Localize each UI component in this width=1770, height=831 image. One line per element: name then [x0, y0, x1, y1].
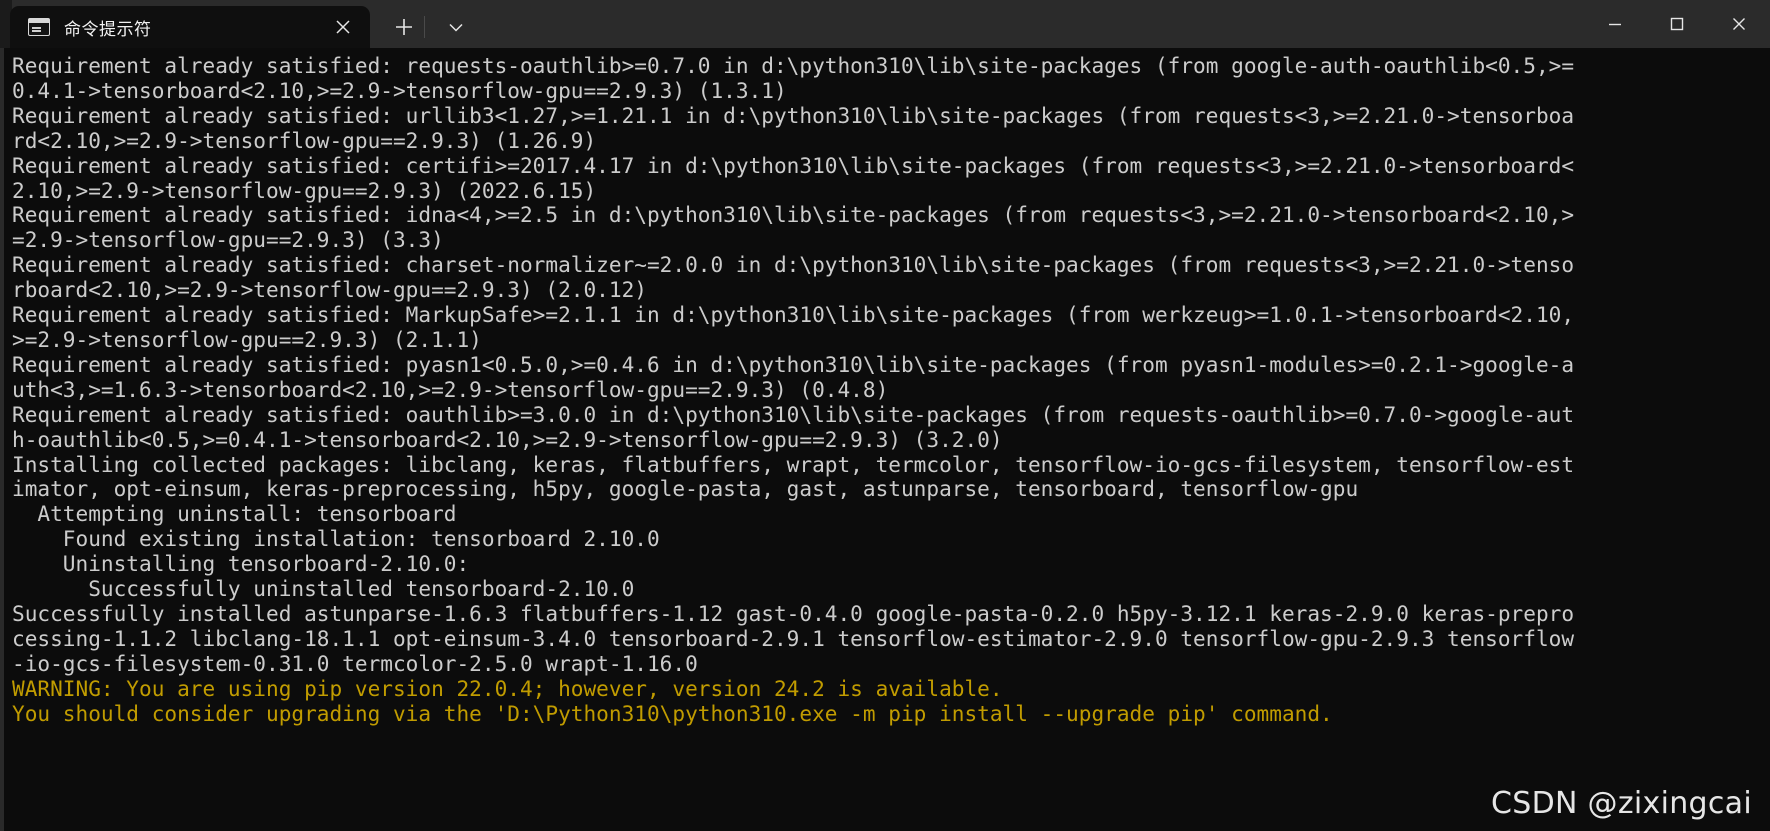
console-line: Requirement already satisfied: pyasn1<0.… — [12, 351, 1575, 377]
watermark: CSDN @zixingcai — [1490, 786, 1752, 821]
console-line: You should consider upgrading via the 'D… — [12, 700, 1333, 726]
console-line: rboard<2.10,>=2.9->tensorflow-gpu==2.9.3… — [12, 277, 647, 303]
window-controls — [1584, 0, 1770, 48]
new-tab-button[interactable] — [384, 6, 424, 48]
console-line: Installing collected packages: libclang,… — [12, 451, 1575, 477]
terminal-window: 命令提示符 Requirement already satisfied: req… — [0, 0, 1770, 831]
console-line: Requirement already satisfied: charset-n… — [12, 252, 1575, 278]
console-line: Successfully installed astunparse-1.6.3 … — [12, 600, 1575, 626]
console-line: Requirement already satisfied: certifi>=… — [12, 152, 1575, 178]
console-line: 0.4.1->tensorboard<2.10,>=2.9->tensorflo… — [12, 77, 787, 103]
console-line: Requirement already satisfied: MarkupSaf… — [12, 302, 1575, 328]
tab-dropdown-button[interactable] — [424, 6, 476, 48]
console-text: Requirement already satisfied: requests-… — [12, 53, 1770, 726]
console-line: Attempting uninstall: tensorboard — [12, 501, 457, 527]
console-line: Requirement already satisfied: idna<4,>=… — [12, 202, 1575, 228]
console-line: WARNING: You are using pip version 22.0.… — [12, 675, 1003, 701]
console-line: rd<2.10,>=2.9->tensorflow-gpu==2.9.3) (1… — [12, 127, 597, 153]
console-line: uth<3,>=1.6.3->tensorboard<2.10,>=2.9->t… — [12, 376, 889, 402]
close-window-button[interactable] — [1708, 0, 1770, 48]
console-line: Requirement already satisfied: requests-… — [12, 53, 1575, 78]
console-line: >=2.9->tensorflow-gpu==2.9.3) (2.1.1) — [12, 326, 482, 352]
console-line: Uninstalling tensorboard-2.10.0: — [12, 551, 470, 577]
terminal-output-pane[interactable]: Requirement already satisfied: requests-… — [0, 48, 1770, 831]
title-bar: 命令提示符 — [0, 0, 1770, 48]
console-line: -io-gcs-filesystem-0.31.0 termcolor-2.5.… — [12, 650, 698, 676]
tab-strip: 命令提示符 — [0, 0, 476, 48]
console-line: =2.9->tensorflow-gpu==2.9.3) (3.3) — [12, 227, 444, 253]
terminal-left-gutter — [0, 48, 4, 831]
console-line: Successfully uninstalled tensorboard-2.1… — [12, 576, 635, 602]
console-line: Requirement already satisfied: urllib3<1… — [12, 102, 1575, 128]
console-line: h-oauthlib<0.5,>=0.4.1->tensorboard<2.10… — [12, 426, 1003, 452]
console-icon — [28, 18, 50, 36]
console-line: Found existing installation: tensorboard… — [12, 526, 660, 552]
minimize-button[interactable] — [1584, 0, 1646, 48]
console-line: imator, opt-einsum, keras-preprocessing,… — [12, 476, 1359, 502]
tab-command-prompt[interactable]: 命令提示符 — [10, 6, 370, 48]
tab-title: 命令提示符 — [64, 19, 152, 40]
console-line: 2.10,>=2.9->tensorflow-gpu==2.9.3) (2022… — [12, 177, 597, 203]
close-tab-icon[interactable] — [326, 10, 360, 44]
console-line: Requirement already satisfied: oauthlib>… — [12, 401, 1575, 427]
maximize-button[interactable] — [1646, 0, 1708, 48]
console-line: cessing-1.1.2 libclang-18.1.1 opt-einsum… — [12, 625, 1575, 651]
